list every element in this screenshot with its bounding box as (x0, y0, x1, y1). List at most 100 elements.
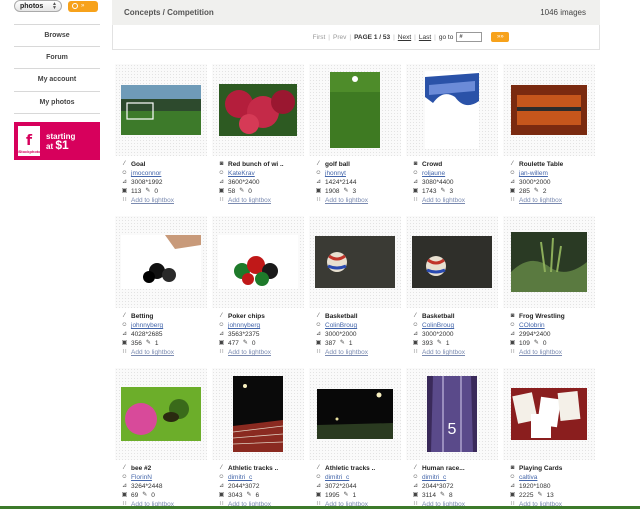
pager-next-link[interactable]: Next (398, 34, 411, 41)
photo-thumbnail-frame[interactable] (503, 368, 595, 460)
photo-user-link[interactable]: jhonnyt (325, 169, 346, 178)
photo-thumbnail[interactable] (315, 236, 395, 288)
photo-thumbnail-frame[interactable] (309, 64, 401, 156)
photo-title[interactable]: Playing Cards (519, 464, 562, 473)
photo-title[interactable]: Human race... (422, 464, 465, 473)
photo-dimensions: 3563*2375 (228, 331, 260, 338)
photo-stats-row: ▣ 285 ✎ 2 (509, 187, 601, 196)
photo-user-link[interactable]: caltiva (519, 473, 537, 482)
sidebar-item-browse[interactable]: Browse (14, 24, 100, 47)
add-to-lightbox-link[interactable]: Add to lightbox (131, 348, 174, 357)
photo-thumbnail-frame[interactable] (115, 216, 207, 308)
pager-go-button[interactable]: »» (491, 32, 510, 42)
photo-user-link[interactable]: dimitri_c (228, 473, 252, 482)
photo-title[interactable]: Betting (131, 312, 153, 321)
photo-stats-row: ▣ 356 ✎ 1 (121, 339, 213, 348)
photo-user-link[interactable]: johnnyberg (131, 321, 163, 330)
photo-thumbnail[interactable] (511, 85, 587, 135)
comments-icon: ✎ (436, 340, 442, 346)
photo-user-link[interactable]: ColinBroug (422, 321, 454, 330)
photo-user-link[interactable]: KateKrav (228, 169, 255, 178)
photo-views: 1995 (325, 492, 340, 499)
photo-title[interactable]: Basketball (422, 312, 455, 321)
photo-title[interactable]: Athletic tracks .. (325, 464, 375, 473)
photo-thumbnail-frame[interactable] (309, 216, 401, 308)
photo-user-link[interactable]: ColinBroug (325, 321, 357, 330)
photo-thumbnail-frame[interactable]: 5 (406, 368, 498, 460)
photo-thumbnail[interactable] (121, 85, 201, 135)
comments-icon: ✎ (439, 492, 445, 498)
photo-title[interactable]: Frog Wrestling (519, 312, 565, 321)
photo-thumbnail[interactable] (330, 72, 380, 148)
add-to-lightbox-link[interactable]: Add to lightbox (519, 348, 562, 357)
photo-title[interactable]: Red bunch of wi .. (228, 160, 284, 169)
photo-thumbnail[interactable] (425, 71, 479, 149)
photo-thumbnail-frame[interactable] (503, 64, 595, 156)
photo-thumbnail[interactable] (511, 388, 587, 440)
photo-thumbnail[interactable] (121, 235, 201, 289)
add-to-lightbox-link[interactable]: Add to lightbox (228, 348, 271, 357)
photo-thumbnail[interactable]: 5 (427, 376, 477, 452)
add-to-lightbox-link[interactable]: Add to lightbox (422, 348, 465, 357)
photo-views: 387 (325, 340, 336, 347)
sidebar-item-forum[interactable]: Forum (14, 47, 100, 69)
photo-user-link[interactable]: jmoconnor (131, 169, 161, 178)
promo-banner[interactable]: f iStockphoto starting at $1 (14, 122, 100, 160)
search-scope-select[interactable]: photos ▲ ▼ (14, 0, 62, 12)
photo-title[interactable]: Poker chips (228, 312, 265, 321)
photo-thumbnail[interactable] (219, 84, 297, 136)
photo-thumbnail[interactable] (233, 376, 283, 452)
add-to-lightbox-link[interactable]: Add to lightbox (422, 196, 465, 205)
photo-thumbnail-frame[interactable] (212, 368, 304, 460)
photo-title[interactable]: Athletic tracks .. (228, 464, 278, 473)
photo-dims-row: ⊿ 1920*1080 (509, 482, 601, 491)
photo-thumbnail[interactable] (121, 387, 201, 441)
photo-title[interactable]: Goal (131, 160, 145, 169)
photo-card: ◙ Frog Wrestling ☺ COlobrin ⊿ 2994*2400 … (503, 214, 600, 366)
add-to-lightbox-link[interactable]: Add to lightbox (228, 196, 271, 205)
photo-thumbnail-frame[interactable] (309, 368, 401, 460)
photo-thumbnail-frame[interactable] (212, 64, 304, 156)
add-to-lightbox-link[interactable]: Add to lightbox (519, 196, 562, 205)
photo-stats-row: ▣ 393 ✎ 1 (412, 339, 504, 348)
photo-thumbnail-frame[interactable] (115, 368, 207, 460)
photo-user-link[interactable]: roljaune (422, 169, 445, 178)
sidebar-item-my-account[interactable]: My account (14, 69, 100, 92)
add-to-lightbox-link[interactable]: Add to lightbox (325, 348, 368, 357)
photo-user-link[interactable]: johnnyberg (228, 321, 260, 330)
photo-title[interactable]: bee #2 (131, 464, 151, 473)
photo-thumbnail-frame[interactable] (503, 216, 595, 308)
photo-meta: ◙ Crowd ☺ roljaune ⊿ 3080*4400 ▣ 1743 ✎ … (412, 160, 504, 205)
photo-title[interactable]: Basketball (325, 312, 358, 321)
photo-user-link[interactable]: COlobrin (519, 321, 545, 330)
lightbox-icon: ∷ (219, 349, 224, 355)
add-to-lightbox-link[interactable]: Add to lightbox (325, 196, 368, 205)
photo-stats-row: ▣ 58 ✎ 0 (218, 187, 310, 196)
photo-user-row: ☺ dimitri_c (315, 473, 407, 482)
search-button[interactable]: » (68, 0, 98, 12)
photo-thumbnail[interactable] (218, 235, 298, 289)
photo-thumbnail[interactable] (511, 232, 587, 292)
photo-thumbnail-frame[interactable] (406, 64, 498, 156)
photo-title[interactable]: Crowd (422, 160, 442, 169)
add-to-lightbox-link[interactable]: Add to lightbox (131, 196, 174, 205)
photo-thumbnail[interactable] (317, 389, 393, 439)
photo-title[interactable]: golf ball (325, 160, 350, 169)
photo-thumbnail-frame[interactable] (212, 216, 304, 308)
photo-thumbnail[interactable] (412, 236, 492, 288)
photo-title[interactable]: Roulette Table (519, 160, 563, 169)
sidebar-item-my-photos[interactable]: My photos (14, 92, 100, 114)
pencil-icon: ⁄ (317, 161, 319, 167)
photo-user-link[interactable]: jan-willem (519, 169, 548, 178)
pager-goto-input[interactable] (456, 32, 483, 42)
photo-dims-row: ⊿ 3563*2375 (218, 330, 310, 339)
pager-last-link[interactable]: Last (419, 34, 431, 41)
photo-user-link[interactable]: dimitri_c (325, 473, 349, 482)
photo-thumbnail-frame[interactable] (406, 216, 498, 308)
views-icon: ▣ (509, 340, 516, 346)
photo-stats-row: ▣ 1995 ✎ 1 (315, 491, 407, 500)
photo-user-link[interactable]: dimitri_c (422, 473, 446, 482)
photo-thumbnail-frame[interactable] (115, 64, 207, 156)
photo-dimensions: 1424*2144 (325, 179, 357, 186)
photo-user-link[interactable]: FlorinN (131, 473, 152, 482)
